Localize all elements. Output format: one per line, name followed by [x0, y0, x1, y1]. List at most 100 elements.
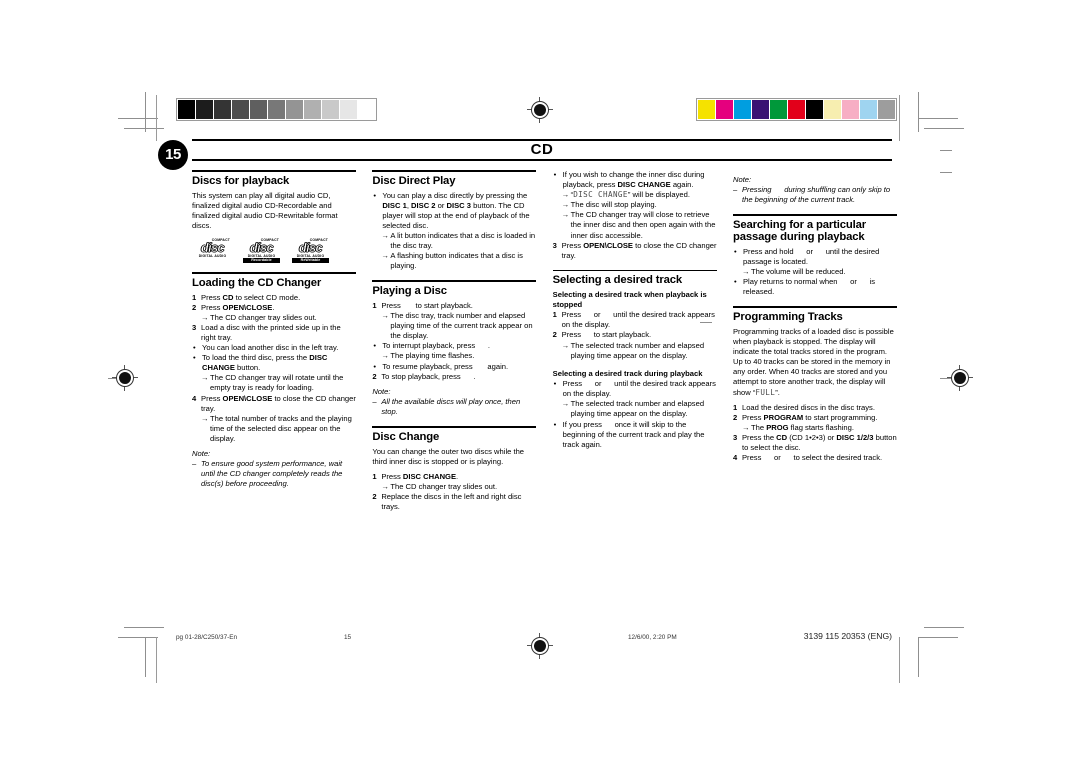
compact-disc-logo-icon: COMPACT disc DIGITAL AUDIO Recordable — [243, 238, 280, 263]
page-number-badge: 15 — [158, 140, 188, 170]
color-swatch — [752, 100, 769, 119]
grayscale-swatch — [196, 100, 213, 119]
header-rule-bottom — [192, 159, 892, 161]
crop-mark-top-right-v — [918, 92, 919, 132]
instruction-text: To interrupt playback, press . — [382, 341, 490, 351]
section-body: Programming tracks of a loaded disc is p… — [732, 326, 894, 397]
instruction-marker: → — [741, 267, 750, 277]
text-column-2: Disc Direct Play • You can play a disc dir… — [372, 170, 537, 610]
instruction-text: To resume playback, press again. — [382, 361, 509, 371]
section-rule — [192, 170, 356, 172]
instruction-text: A flashing button indicates that a disc … — [390, 251, 523, 271]
note-row: – All the available discs will play once,… — [372, 397, 536, 417]
registration-mark-top — [527, 97, 553, 123]
instruction-row: 1 Press to start playback. — [372, 301, 536, 311]
note-text: All the available discs will play once, … — [381, 396, 521, 416]
color-swatch — [788, 100, 805, 119]
instruction-marker: • — [193, 353, 196, 363]
instruction-text: The PROG flag starts flashing. — [750, 422, 854, 432]
section-heading: Programming Tracks — [732, 310, 843, 323]
instruction-marker: • — [553, 419, 557, 429]
instruction-row: → The playing time flashes. — [372, 351, 536, 361]
instruction-marker: → — [561, 399, 570, 409]
note-marker: – — [372, 396, 377, 406]
instruction-text: Press the CD (CD 1•2•3) or DISC 1/2/3 bu… — [741, 432, 897, 452]
grayscale-calibration-bar — [176, 98, 377, 121]
instruction-row: 4 Press OPEN\CLOSE to close the CD change… — [192, 394, 356, 414]
instruction-row: 2 Press PROGRAM to start programming. — [733, 413, 897, 423]
instruction-row: • Play returns to normal when or is relea… — [733, 277, 897, 297]
crop-mark-top-left-h2 — [124, 128, 164, 129]
crop-mark-bottom-left-h — [124, 627, 164, 628]
instruction-row: • Press and hold or until the desired pas… — [733, 247, 897, 267]
instruction-marker: • — [193, 343, 196, 353]
manual-page: 15 CD Discs for playback This system can … — [0, 0, 1080, 763]
crop-mark-top-left-h — [118, 118, 158, 119]
trim-bar-left — [156, 95, 157, 141]
instruction-text: The CD changer tray slides out. — [390, 481, 498, 491]
instruction-text: The total number of tracks and the playi… — [210, 413, 352, 443]
instruction-text: Press CD to select CD mode. — [201, 292, 301, 302]
compact-disc-logo-icon: COMPACT disc DIGITAL AUDIO — [198, 237, 230, 258]
instruction-row: → The CD changer tray will close to retri… — [553, 210, 717, 240]
text-column-3: • If you wish to change the inner disc du… — [552, 170, 717, 610]
grayscale-swatch — [178, 100, 195, 119]
crop-mark-top-right-h2 — [924, 128, 964, 129]
instruction-text: Press to start playback. — [561, 330, 652, 340]
footer-file: pg 01-28/C250/37-En — [176, 634, 238, 641]
section-rule — [372, 280, 537, 282]
instruction-text: Press OPEN\CLOSE to close the CD changer… — [201, 393, 356, 413]
instruction-row: → The disc will stop playing. — [553, 200, 717, 210]
instruction-marker: 1 — [552, 310, 557, 320]
instruction-text: You can play a disc directly by pressing… — [382, 190, 530, 230]
instruction-row: → The CD changer tray slides out. — [372, 482, 536, 492]
color-swatch — [770, 100, 787, 119]
section-rule — [372, 425, 537, 428]
color-swatch — [698, 100, 715, 119]
trim-bar-right-bottom — [899, 637, 900, 683]
instruction-text: Press DISC CHANGE. — [381, 471, 459, 481]
instruction-marker: 1 — [192, 292, 197, 302]
footer-page: 15 — [344, 634, 352, 641]
instruction-text: Press OPEN\CLOSE to close the CD changer… — [561, 240, 717, 260]
instruction-text: You can load another disc in the left tr… — [202, 343, 339, 353]
instruction-marker: • — [553, 379, 557, 389]
crop-mark-bottom-left-v — [145, 637, 146, 677]
instruction-text: The disc tray, track number and elapsed … — [390, 311, 533, 341]
instruction-row: 1 Press DISC CHANGE. — [372, 472, 536, 482]
text-column-4: Note: – Pressing during shuffling can only… — [732, 170, 897, 610]
crop-mark-top-left-v — [145, 92, 146, 132]
content-columns: Discs for playback This system can play a… — [192, 170, 897, 610]
grayscale-swatch — [286, 100, 303, 119]
instruction-marker: → — [741, 422, 750, 432]
instruction-row: 3 Load a disc with the printed side up in… — [192, 323, 356, 343]
crop-mark-bottom-left-h2 — [118, 637, 158, 638]
instruction-text: If you wish to change the inner disc dur… — [562, 170, 705, 190]
instruction-row: → The selected track number and elapsed p… — [553, 341, 717, 361]
page-header: CD — [192, 139, 892, 161]
trim-bar-left-bottom — [156, 637, 157, 683]
color-swatch — [824, 100, 841, 119]
instruction-marker: • — [733, 246, 737, 256]
section-body: You can change the outer two discs while… — [372, 446, 525, 466]
instruction-text: Load the desired discs in the disc trays… — [741, 402, 875, 412]
instruction-text: Press or to select the desired track. — [741, 453, 883, 463]
cd-logo-group: COMPACT disc DIGITAL AUDIO COMPACT disc DIGIT… — [194, 238, 356, 263]
section-rule — [732, 214, 897, 216]
instruction-text: Press or until the desired track appears… — [561, 310, 715, 330]
instruction-row: • If you wish to change the inner disc du… — [553, 170, 717, 190]
section-rule — [732, 306, 897, 308]
instruction-text: The CD changer tray will rotate until th… — [210, 373, 344, 393]
instruction-row: → The PROG flag starts flashing. — [733, 423, 897, 433]
instruction-marker: → — [381, 311, 389, 321]
grayscale-swatch — [322, 100, 339, 119]
instruction-row: • To interrupt playback, press . — [372, 341, 536, 351]
trim-bar-right — [899, 95, 900, 141]
section-rule — [192, 271, 356, 274]
instruction-marker: → — [561, 340, 570, 350]
instruction-row: → “DISC CHANGE” will be displayed. — [553, 190, 717, 200]
instruction-text: Press PROGRAM to start programming. — [741, 412, 878, 422]
instruction-marker: → — [381, 230, 389, 240]
instruction-text: Load a disc with the printed side up in … — [201, 322, 341, 342]
